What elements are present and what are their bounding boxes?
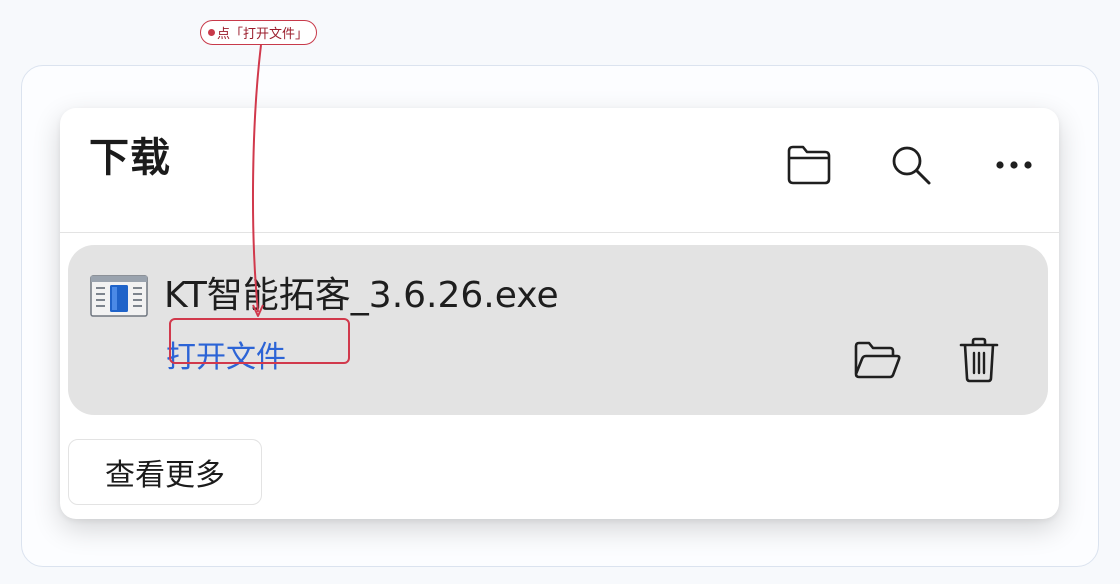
installer-file-icon: [90, 275, 148, 317]
search-icon: [892, 146, 931, 185]
panel-header: 下载: [60, 108, 1059, 232]
panel-title: 下载: [89, 135, 171, 181]
folder-icon: [787, 145, 831, 185]
annotation-dot-icon: [208, 29, 215, 36]
file-name: KT智能拓客_3.6.26.exe: [164, 275, 559, 316]
show-in-folder-icon: [854, 341, 901, 379]
more-options-button[interactable]: [989, 140, 1039, 190]
show-in-folder-button[interactable]: [850, 333, 904, 387]
trash-icon: [959, 337, 999, 383]
annotation-badge: 点「打开文件」: [200, 20, 318, 45]
more-options-icon: [996, 161, 1032, 169]
header-divider: [60, 232, 1059, 233]
see-more-button[interactable]: 查看更多: [68, 439, 262, 505]
annotation-label: 点「打开文件」: [217, 27, 309, 42]
delete-download-button[interactable]: [952, 333, 1006, 387]
annotation-highlight-box: [169, 318, 350, 364]
search-downloads-button[interactable]: [886, 140, 936, 190]
open-downloads-folder-button[interactable]: [784, 140, 834, 190]
downloads-panel: 下载 KT智能拓客_3.6.26.exe 打开文件 查看更多: [60, 108, 1059, 519]
